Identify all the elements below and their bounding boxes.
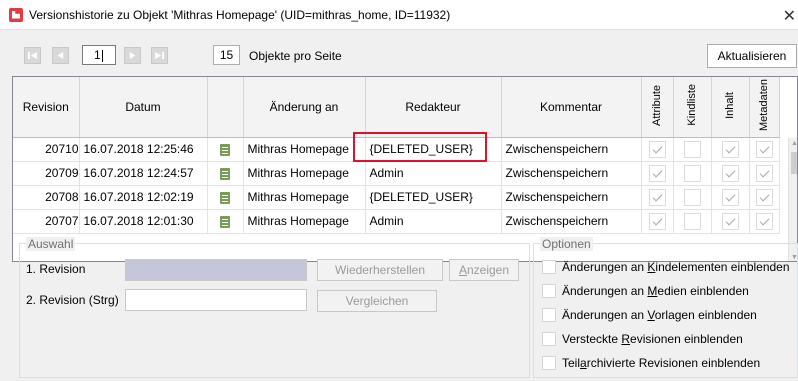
option-versteckte-revisionen[interactable]: Versteckte Revisionen einblenden <box>542 332 743 346</box>
kindliste-checkbox <box>683 164 701 182</box>
option-medien-checkbox[interactable] <box>542 284 556 298</box>
page-icon <box>220 215 230 228</box>
table-row[interactable]: 20709 16.07.2018 12:24:57 Mithras Homepa… <box>13 161 780 186</box>
kindliste-checkbox <box>683 212 701 230</box>
option-vorlagen-checkbox[interactable] <box>542 308 556 322</box>
cell-revision: 20710 <box>13 137 80 162</box>
col-kommentar[interactable]: Kommentar <box>501 77 642 138</box>
kindliste-checkbox <box>683 188 701 206</box>
next-page-icon <box>129 51 136 60</box>
kindliste-checkbox <box>683 140 701 158</box>
page-icon <box>220 167 230 180</box>
scroll-thumb[interactable] <box>791 152 797 174</box>
scroll-up-icon[interactable]: ▲ <box>789 138 797 149</box>
cell-aenderung: Mithras Homepage <box>243 161 366 186</box>
option-kindelemente-checkbox[interactable] <box>542 260 556 274</box>
dialog-body: 1 15 Objekte pro Seite Aktualisieren Rev… <box>0 30 798 381</box>
revision-2-label: 2. Revision (Strg) <box>26 293 119 307</box>
revision-1-label: 1. Revision <box>26 262 86 276</box>
app-icon <box>9 7 23 22</box>
cell-revision: 20708 <box>13 185 80 210</box>
first-page-button[interactable] <box>24 47 41 64</box>
window-title: Versionshistorie zu Objekt 'Mithras Home… <box>29 7 451 22</box>
cell-aenderung: Mithras Homepage <box>243 209 366 234</box>
optionen-legend: Optionen <box>540 237 593 251</box>
metadaten-checkbox <box>755 140 773 158</box>
cell-redakteur: {DELETED_USER} <box>365 185 502 210</box>
first-page-icon <box>28 51 37 60</box>
page-icon <box>220 191 230 204</box>
prev-page-icon <box>57 51 64 60</box>
option-versteckte-revisionen-checkbox[interactable] <box>542 332 556 346</box>
col-redakteur[interactable]: Redakteur <box>365 77 502 138</box>
inhalt-checkbox <box>721 164 739 182</box>
attribute-checkbox <box>648 188 666 206</box>
col-aenderung[interactable]: Änderung an <box>243 77 366 138</box>
inhalt-checkbox <box>721 140 739 158</box>
restore-button[interactable]: Wiederherstellen <box>317 259 443 281</box>
cell-aenderung: Mithras Homepage <box>243 185 366 210</box>
cell-aenderung: Mithras Homepage <box>243 137 366 162</box>
attribute-checkbox <box>648 212 666 230</box>
cell-kommentar: Zwischenspeichern <box>501 209 642 234</box>
title-bar: Versionshistorie zu Objekt 'Mithras Home… <box>0 0 798 30</box>
attribute-checkbox <box>648 140 666 158</box>
compare-button[interactable]: Vergleichen <box>317 290 437 312</box>
cell-revision: 20707 <box>13 209 80 234</box>
next-page-button[interactable] <box>124 47 141 64</box>
revision-2-field[interactable] <box>125 289 307 311</box>
metadaten-checkbox <box>755 164 773 182</box>
prev-page-button[interactable] <box>52 47 69 64</box>
cell-datum: 16.07.2018 12:25:46 <box>79 137 208 162</box>
last-page-icon <box>155 51 164 60</box>
col-datum[interactable]: Datum <box>79 77 208 138</box>
cell-kommentar: Zwischenspeichern <box>501 137 642 162</box>
col-inhalt[interactable]: Inhalt <box>711 77 750 138</box>
col-attribute[interactable]: Attribute <box>641 77 674 138</box>
cell-datum: 16.07.2018 12:24:57 <box>79 161 208 186</box>
col-revision[interactable]: Revision <box>13 77 80 138</box>
col-icon <box>207 77 244 138</box>
option-teilarchivierte-revisionen-checkbox[interactable] <box>542 356 556 370</box>
inhalt-checkbox <box>721 212 739 230</box>
metadaten-checkbox <box>755 212 773 230</box>
page-number-input[interactable]: 1 <box>82 45 116 65</box>
table-row[interactable]: 20708 16.07.2018 12:02:19 Mithras Homepa… <box>13 185 780 210</box>
cell-revision: 20709 <box>13 161 80 186</box>
option-medien[interactable]: Änderungen an Medien einblenden <box>542 284 749 298</box>
col-metadaten[interactable]: Metadaten <box>749 77 780 138</box>
optionen-group: Optionen Änderungen an Kindelementen ein… <box>533 237 798 378</box>
page-icon <box>220 143 230 156</box>
col-kindliste[interactable]: Kindliste <box>673 77 712 138</box>
table-row[interactable]: 20707 16.07.2018 12:01:30 Mithras Homepa… <box>13 209 780 234</box>
show-button[interactable]: Anzeigen <box>449 259 519 281</box>
metadaten-checkbox <box>755 188 773 206</box>
auswahl-group: Auswahl 1. Revision Wiederherstellen Anz… <box>19 237 530 378</box>
per-page-input[interactable]: 15 <box>213 45 240 65</box>
option-vorlagen[interactable]: Änderungen an Vorlagen einblenden <box>542 308 757 322</box>
inhalt-checkbox <box>721 188 739 206</box>
auswahl-legend: Auswahl <box>26 237 76 251</box>
cell-kommentar: Zwischenspeichern <box>501 161 642 186</box>
cell-datum: 16.07.2018 12:02:19 <box>79 185 208 210</box>
close-icon[interactable]: ✕ <box>783 6 796 26</box>
option-kindelemente[interactable]: Änderungen an Kindelementen einblenden <box>542 260 790 274</box>
revision-1-field[interactable] <box>125 259 307 281</box>
option-teilarchivierte-revisionen[interactable]: Teilarchivierte Revisionen einblenden <box>542 356 760 370</box>
pagination-toolbar: 1 15 Objekte pro Seite Aktualisieren <box>0 30 798 72</box>
table-header: Revision Datum Änderung an Redakteur Kom… <box>13 77 780 138</box>
cell-datum: 16.07.2018 12:01:30 <box>79 209 208 234</box>
cell-redakteur: Admin <box>365 161 502 186</box>
refresh-button[interactable]: Aktualisieren <box>707 44 797 68</box>
attribute-checkbox <box>648 164 666 182</box>
cell-redakteur: Admin <box>365 209 502 234</box>
last-page-button[interactable] <box>151 47 168 64</box>
per-page-label: Objekte pro Seite <box>249 49 342 63</box>
highlight-box <box>353 132 487 162</box>
revision-table: Revision Datum Änderung an Redakteur Kom… <box>12 76 798 262</box>
cell-kommentar: Zwischenspeichern <box>501 185 642 210</box>
